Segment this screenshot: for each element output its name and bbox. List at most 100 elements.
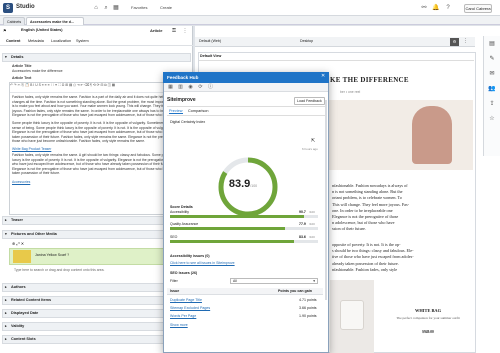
- score-value: 83.9/100: [223, 178, 263, 192]
- user-button[interactable]: Carol Cabrera: [464, 4, 492, 13]
- settings-icon[interactable]: ⚙: [450, 38, 459, 46]
- row-seo-label: SEO: [170, 235, 178, 239]
- drop-hint[interactable]: Type here to search or drag and drop con…: [14, 268, 104, 272]
- app-logo[interactable]: S: [3, 3, 13, 13]
- row-quality-max: /100: [309, 222, 315, 226]
- hero-figure: [412, 106, 452, 164]
- preview-heading: KE THE DIFFERENCE: [330, 76, 409, 84]
- bell-icon[interactable]: 🔔: [432, 4, 440, 12]
- accessibility-issues-label: Accessibility issues (0): [170, 254, 210, 258]
- article-text-label: Article Text: [12, 76, 32, 80]
- show-more-link[interactable]: Show more: [170, 323, 188, 327]
- search-icon[interactable]: ⌕: [102, 4, 110, 12]
- tool-grid-icon[interactable]: ▦: [167, 84, 174, 91]
- tab-preview[interactable]: Preview: [169, 109, 183, 114]
- tab-accessories[interactable]: Accessories make the d...: [26, 17, 84, 25]
- tab-metadata[interactable]: Metadata: [28, 39, 44, 43]
- section-title: Content Slots: [11, 337, 36, 341]
- doc-type-badge: Article: [150, 28, 163, 33]
- more-icon[interactable]: ⋮: [463, 38, 468, 44]
- share-icon[interactable]: ⇪: [488, 100, 496, 108]
- media-item-title: Janina Yellow Scarf ?: [35, 253, 70, 257]
- tab-comparison[interactable]: Comparison: [188, 109, 208, 113]
- quality-bar: [170, 227, 318, 230]
- issue-points: 4.71 points: [299, 298, 317, 302]
- grid-icon[interactable]: ▦: [112, 4, 120, 12]
- people-icon[interactable]: 👥: [488, 85, 496, 93]
- section-title: Related Content Items: [11, 298, 52, 302]
- paragraph-1[interactable]: Fashion fades, only style remains the sa…: [12, 95, 184, 117]
- body-line: ssion of their future.: [332, 226, 366, 232]
- default-view-label: Default View: [200, 54, 222, 58]
- device-select[interactable]: Default (Web): [199, 39, 221, 43]
- dci-label: Digital Certainty Index: [170, 120, 206, 124]
- row-quality-label: Quality Assurance: [170, 222, 199, 226]
- caret-right-icon: ▸: [5, 218, 7, 222]
- feedback-hub-title[interactable]: Feedback Hub: [163, 72, 329, 83]
- menu-favorites[interactable]: Favorites: [131, 5, 147, 10]
- row-accessibility-label: Accessibility: [170, 210, 190, 214]
- tool-eye-icon[interactable]: ◉: [187, 84, 194, 91]
- paragraph-2[interactable]: Some people think luxury is the opposite…: [12, 121, 184, 143]
- row-accessibility-value: 90.7: [299, 210, 306, 214]
- tool-info-icon[interactable]: ⓘ: [207, 84, 214, 91]
- more-icon[interactable]: ⋮: [181, 27, 189, 35]
- siteimprove-link[interactable]: Click here to see all issues in Siteimpr…: [170, 261, 235, 265]
- view-select[interactable]: Desktop: [300, 39, 313, 43]
- tool-refresh-icon[interactable]: ⟳: [197, 84, 204, 91]
- issue-name[interactable]: Words Per Page: [170, 314, 196, 318]
- article-title-field[interactable]: Accessories make the difference: [12, 69, 63, 73]
- tab-content[interactable]: Content: [6, 39, 20, 43]
- seo-bar: [170, 240, 318, 243]
- edit-icon[interactable]: ✎: [488, 55, 496, 63]
- section-title: Teaser: [11, 218, 23, 222]
- divider: [167, 106, 325, 107]
- issue-name[interactable]: Sitemap Excluded Pages: [170, 306, 210, 310]
- home-icon[interactable]: ⌂: [92, 4, 100, 12]
- issue-points: 3.66 points: [299, 306, 317, 310]
- section-title: Displayed Date: [11, 311, 39, 315]
- language-label[interactable]: English (United States): [21, 28, 63, 32]
- comment-icon[interactable]: ✉: [488, 70, 496, 78]
- section-details[interactable]: ▾ Details: [2, 53, 191, 62]
- paragraph-3[interactable]: Fashion fades, only style remains the sa…: [12, 153, 184, 175]
- help-icon[interactable]: ?: [444, 4, 452, 12]
- filter-select[interactable]: All ▾: [230, 278, 318, 284]
- section-title: Pictures and Other Media: [11, 232, 57, 236]
- divider: [167, 115, 325, 116]
- menu-create[interactable]: Create: [160, 5, 172, 10]
- seo-bar-fill: [170, 240, 294, 243]
- tool-chart-icon[interactable]: ▥: [177, 84, 184, 91]
- tab-cabinets[interactable]: Cabinets: [3, 17, 25, 25]
- score-max: /100: [250, 184, 258, 188]
- load-feedback-button[interactable]: Load Feedback: [294, 97, 325, 105]
- link-icon[interactable]: ⚯: [420, 4, 428, 12]
- lock-icon[interactable]: ⚿: [170, 27, 178, 35]
- accessories-link[interactable]: Accessories: [12, 180, 184, 185]
- white-bag-image: [340, 300, 364, 330]
- side-toolbar: [483, 36, 500, 156]
- filter-label: Filter: [170, 279, 178, 283]
- caret-right-icon: ▸: [5, 298, 7, 302]
- caret-right-icon: ▸: [5, 311, 7, 315]
- tab-system[interactable]: System: [76, 39, 89, 43]
- library-icon[interactable]: ▤: [488, 40, 496, 48]
- issue-name[interactable]: Duplicate Page Title: [170, 298, 202, 302]
- product-title: WHITE BAG: [415, 308, 441, 313]
- flag-icon: ⚑: [3, 28, 7, 33]
- star-icon[interactable]: ☆: [488, 115, 496, 123]
- device-bar: [195, 37, 475, 47]
- close-icon[interactable]: ✕: [321, 73, 325, 79]
- external-link-icon[interactable]: ⇱: [311, 138, 315, 144]
- hub-scrollbar[interactable]: [325, 100, 327, 300]
- tab-localization[interactable]: Localization: [51, 39, 71, 43]
- caret-down-icon: ▾: [5, 232, 7, 236]
- caret-right-icon: ▸: [5, 285, 7, 289]
- chevron-down-icon: ▾: [313, 279, 315, 283]
- media-toolbar[interactable]: ⊕ ⤢ ✕: [12, 241, 24, 246]
- divider: [199, 60, 474, 61]
- section-title: Validity: [11, 324, 25, 328]
- product-teaser-link[interactable]: White Bag Product Teaser: [12, 147, 184, 152]
- score-number: 83.9: [228, 178, 251, 190]
- rte-toolbar[interactable]: ↶ ↷ ✂ ⎘ 📋 B I U S ≡ ≡ ≡ ⁝ ⁝ ⚭ ⛶ Ω ⊞ ▤ ⎙ …: [10, 83, 186, 93]
